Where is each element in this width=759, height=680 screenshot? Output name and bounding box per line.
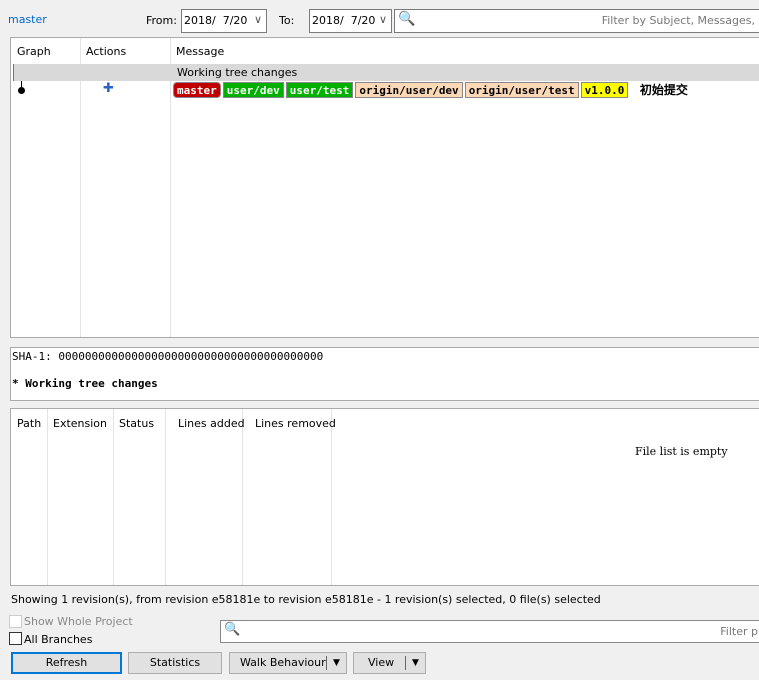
- from-date-picker[interactable]: 2018/ 7/20 ∨: [181, 9, 267, 33]
- tag-user-test[interactable]: user/test: [285, 82, 354, 98]
- filter-placeholder: Filter by Subject, Messages,: [601, 14, 755, 27]
- commit-subject: * Working tree changes: [12, 377, 158, 390]
- filter-input[interactable]: 🔍 Filter by Subject, Messages,: [394, 9, 759, 33]
- file-filter-placeholder: Filter p: [720, 625, 758, 638]
- column-lines-removed[interactable]: Lines removed: [255, 417, 336, 430]
- add-file-icon[interactable]: ✚: [103, 81, 114, 96]
- graph-node-icon: [18, 87, 25, 94]
- commit-row[interactable]: ✚ master user/dev user/test origin/user/dev…: [13, 81, 759, 98]
- revision-grid[interactable]: Graph Actions Message Working tree chang…: [10, 37, 759, 338]
- to-label: To:: [279, 14, 295, 27]
- tag-master[interactable]: master: [173, 82, 221, 98]
- chevron-down-icon: ∨: [378, 13, 387, 26]
- column-message[interactable]: Message: [176, 45, 224, 58]
- file-list[interactable]: Path Extension Status Lines added Lines …: [10, 408, 759, 586]
- all-branches-checkbox[interactable]: [9, 632, 22, 645]
- commit-details-pane: SHA-1: 000000000000000000000000000000000…: [10, 347, 759, 401]
- chevron-down-icon: ∨: [253, 13, 262, 26]
- column-status[interactable]: Status: [119, 417, 154, 430]
- walk-behaviour-button[interactable]: Walk Behaviour ▼: [229, 652, 347, 674]
- view-label: View: [368, 656, 395, 669]
- empty-message: File list is empty: [635, 445, 728, 458]
- file-filter-input[interactable]: 🔍 Filter p: [220, 620, 759, 643]
- status-text: Showing 1 revision(s), from revision e58…: [11, 593, 601, 606]
- tag-user-dev[interactable]: user/dev: [222, 82, 284, 98]
- column-actions[interactable]: Actions: [86, 45, 126, 58]
- search-icon[interactable]: 🔍: [398, 11, 415, 27]
- view-button[interactable]: View ▼: [353, 652, 426, 674]
- ref-tags: master user/dev user/test origin/user/dev or…: [173, 81, 688, 98]
- column-lines-added[interactable]: Lines added: [178, 417, 245, 430]
- dropdown-arrow-icon[interactable]: ▼: [326, 656, 346, 670]
- tag-v1-0-0[interactable]: v1.0.0: [580, 82, 629, 98]
- show-whole-project-label: Show Whole Project: [24, 615, 133, 628]
- to-date-value: 2018/ 7/20: [312, 14, 376, 27]
- column-graph[interactable]: Graph: [17, 45, 51, 58]
- statistics-button[interactable]: Statistics: [128, 652, 222, 674]
- dropdown-arrow-icon[interactable]: ▼: [405, 656, 425, 670]
- working-tree-row[interactable]: Working tree changes: [13, 64, 759, 81]
- tag-origin-user-test[interactable]: origin/user/test: [464, 82, 579, 98]
- branch-link[interactable]: master: [8, 13, 47, 26]
- all-branches-label: All Branches: [24, 633, 93, 646]
- show-whole-project-checkbox[interactable]: [9, 615, 22, 628]
- from-label: From:: [146, 14, 177, 27]
- commit-message: 初始提交: [639, 83, 688, 97]
- walk-behaviour-label: Walk Behaviour: [240, 656, 326, 669]
- refresh-button[interactable]: Refresh: [11, 652, 122, 674]
- to-date-picker[interactable]: 2018/ 7/20 ∨: [309, 9, 392, 33]
- column-extension[interactable]: Extension: [53, 417, 107, 430]
- sha-text: SHA-1: 000000000000000000000000000000000…: [12, 350, 324, 363]
- search-icon: 🔍: [224, 622, 241, 637]
- from-date-value: 2018/ 7/20: [184, 14, 248, 27]
- row-message: Working tree changes: [177, 66, 298, 79]
- tag-origin-user-dev[interactable]: origin/user/dev: [355, 82, 463, 98]
- column-path[interactable]: Path: [17, 417, 41, 430]
